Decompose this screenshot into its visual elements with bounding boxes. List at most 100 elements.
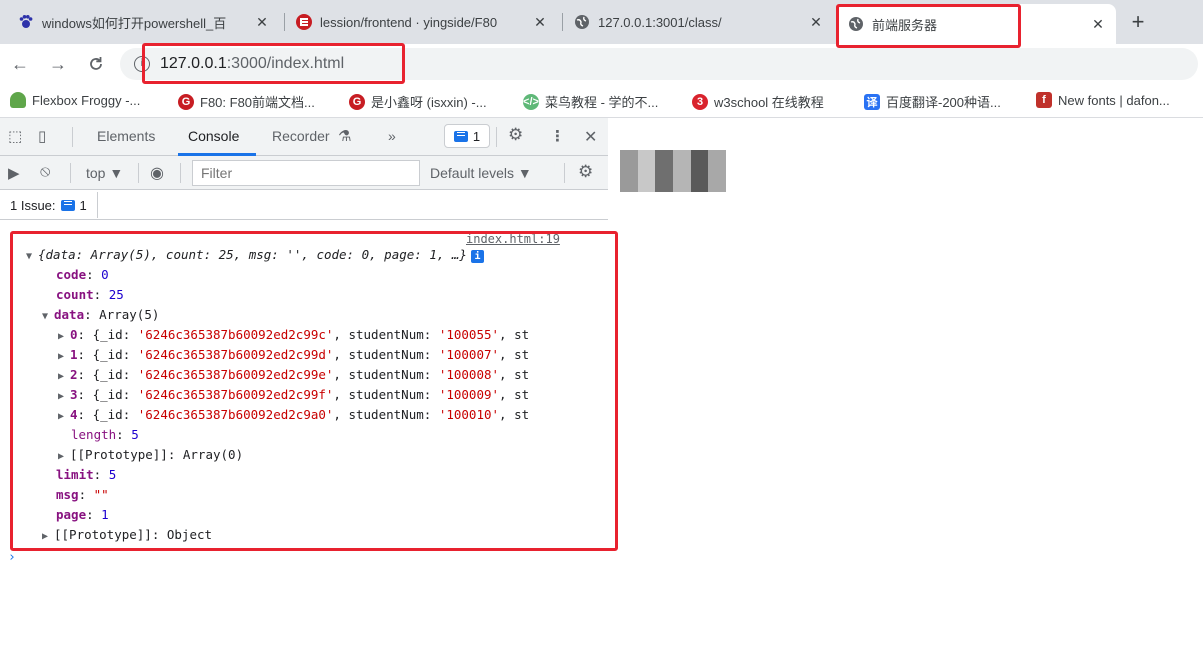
collapse-triangle-icon[interactable]: ▶ — [42, 531, 54, 542]
array-row[interactable]: ▶ 2: {_id: '6246c365387b60092ed2c99e', st… — [58, 367, 529, 382]
tab-strip: windows如何打开powershell_百 ✕ lession/fronte… — [0, 0, 1203, 44]
close-icon[interactable]: ✕ — [1090, 16, 1106, 33]
close-icon[interactable]: ✕ — [254, 14, 270, 31]
field-value: '100008' — [438, 367, 500, 382]
issues-label-count: 1 — [79, 197, 87, 213]
inspect-element-icon[interactable]: ⬚ — [8, 127, 22, 145]
array-row[interactable]: ▶ 1: {_id: '6246c365387b60092ed2c99d', st… — [58, 347, 529, 362]
collapse-triangle-icon[interactable]: ▶ — [58, 391, 70, 402]
tab-recorder[interactable]: Recorder — [272, 128, 330, 144]
open-issues-button[interactable]: 1 Issue: 1 — [0, 192, 98, 218]
field-value: '100007' — [438, 347, 500, 362]
array-index: 0 — [70, 327, 78, 342]
bookmark-label: 是小鑫呀 (isxxin) -... — [371, 95, 487, 110]
close-devtools-icon[interactable]: ✕ — [584, 127, 597, 147]
console-settings-gear-icon[interactable]: ⚙ — [578, 162, 593, 182]
field-value: '6246c365387b60092ed2c9a0' — [137, 407, 334, 422]
divider — [72, 127, 73, 147]
bookmarks-bar: Flexbox Froggy -... G F80: F80前端文档... G … — [0, 84, 1203, 118]
info-icon[interactable]: i — [134, 56, 150, 72]
tab-frontend-server[interactable]: 前端服务器 ✕ — [838, 4, 1116, 44]
property-data[interactable]: ▼ data: Array(5) — [42, 307, 159, 322]
console-prompt[interactable]: › — [8, 550, 16, 565]
device-toolbar-icon[interactable]: ▯ — [38, 127, 46, 145]
property-key: count — [56, 287, 94, 302]
divider — [496, 127, 497, 147]
globe-icon — [848, 16, 864, 32]
property-length: length: 5 — [71, 427, 139, 442]
settings-gear-icon[interactable]: ⚙ — [508, 125, 523, 145]
context-selector[interactable]: top ▼ — [86, 165, 123, 181]
new-tab-button[interactable]: + — [1125, 10, 1151, 36]
prototype-object[interactable]: ▶ [[Prototype]]: Object — [42, 527, 212, 542]
prototype-label: [[Prototype]]: Object — [54, 527, 213, 542]
expand-triangle-icon[interactable]: ▼ — [26, 251, 38, 262]
tab-gitee-lession[interactable]: lession/frontend · yingside/F80 ✕ — [286, 7, 558, 37]
bookmark-baidu-translate[interactable]: 译 百度翻译-200种语... — [864, 92, 1001, 111]
browser-toolbar: ← → i 127.0.0.1:3000/index.html — [0, 44, 1203, 84]
forward-icon[interactable]: → — [46, 52, 70, 76]
tab-title: 127.0.0.1:3001/class/ — [598, 14, 722, 30]
clear-console-icon[interactable]: ⦸ — [40, 163, 50, 181]
divider — [70, 163, 71, 183]
url-host: 127.0.0.1 — [160, 55, 227, 72]
log-levels-dropdown[interactable]: Default levels ▼ — [430, 165, 532, 181]
array-index: 2 — [70, 367, 78, 382]
issue-icon — [60, 199, 75, 211]
globe-icon — [574, 14, 590, 30]
bookmark-label: F80: F80前端文档... — [200, 95, 315, 110]
collapse-triangle-icon[interactable]: ▶ — [58, 411, 70, 422]
gitee-icon — [296, 14, 312, 30]
redacted-image — [620, 150, 727, 192]
kebab-menu-icon[interactable]: ⋮ — [550, 127, 565, 145]
array-row[interactable]: ▶ 0: {_id: '6246c365387b60092ed2c99c', st… — [58, 327, 529, 342]
prototype-array[interactable]: ▶ [[Prototype]]: Array(0) — [58, 447, 243, 462]
bookmark-isxxin[interactable]: G 是小鑫呀 (isxxin) -... — [349, 92, 487, 111]
eye-icon[interactable]: ◉ — [150, 163, 164, 183]
truncated-text: st — [514, 327, 530, 342]
gitee-icon: G — [349, 93, 365, 110]
bookmark-dafont[interactable]: f New fonts | dafon... — [1036, 92, 1170, 108]
info-icon[interactable]: i — [470, 250, 484, 263]
bookmark-w3school[interactable]: 3 w3school 在线教程 — [692, 92, 824, 111]
property-code: code: 0 — [56, 267, 109, 282]
tab-class[interactable]: 127.0.0.1:3001/class/ ✕ — [564, 7, 834, 37]
tab-powershell[interactable]: windows如何打开powershell_百 ✕ — [8, 7, 280, 37]
expand-triangle-icon[interactable]: ▼ — [42, 311, 54, 322]
log-object-summary[interactable]: ▼ {data: Array(5), count: 25, msg: '', co… — [26, 247, 484, 263]
back-icon[interactable]: ← — [8, 52, 32, 76]
collapse-triangle-icon[interactable]: ▶ — [58, 371, 70, 382]
tab-console[interactable]: Console — [188, 128, 239, 144]
field-key: _id — [100, 327, 123, 342]
field-value: '100010' — [438, 407, 500, 422]
bookmark-runoob[interactable]: </> 菜鸟教程 - 学的不... — [523, 92, 658, 111]
array-row[interactable]: ▶ 4: {_id: '6246c365387b60092ed2c9a0', st… — [58, 407, 529, 422]
url-text[interactable]: 127.0.0.1:3000/index.html — [160, 55, 344, 73]
gitee-icon: G — [178, 93, 194, 110]
bookmark-flexbox-froggy[interactable]: Flexbox Froggy -... — [10, 92, 140, 108]
bookmark-f80[interactable]: G F80: F80前端文档... — [178, 92, 315, 111]
close-icon[interactable]: ✕ — [808, 14, 824, 31]
issues-counter-button[interactable]: 1 — [444, 124, 490, 148]
close-icon[interactable]: ✕ — [532, 14, 548, 31]
address-bar[interactable]: i 127.0.0.1:3000/index.html — [120, 48, 1198, 80]
property-key: length — [71, 427, 117, 442]
array-row[interactable]: ▶ 3: {_id: '6246c365387b60092ed2c99f', st… — [58, 387, 529, 402]
collapse-triangle-icon[interactable]: ▶ — [58, 331, 70, 342]
truncated-text: st — [514, 367, 530, 382]
paw-icon — [18, 14, 34, 30]
console-output: index.html:19 ▼ {data: Array(5), count: 2… — [0, 220, 608, 663]
dafont-icon: f — [1036, 92, 1052, 108]
collapse-triangle-icon[interactable]: ▶ — [58, 451, 70, 462]
sidebar-toggle-icon[interactable]: ▶ — [8, 164, 20, 182]
filter-input[interactable] — [192, 160, 420, 186]
devtools-panel: ⬚ ▯ Elements Console Recorder ⚗ » 1 ⚙ ⋮ … — [0, 118, 608, 663]
collapse-triangle-icon[interactable]: ▶ — [58, 351, 70, 362]
property-key: msg — [56, 487, 79, 502]
source-link[interactable]: index.html:19 — [466, 232, 560, 246]
w3school-icon: 3 — [692, 93, 708, 110]
more-tabs-button[interactable]: » — [388, 128, 396, 144]
property-value: 5 — [131, 427, 139, 442]
tab-elements[interactable]: Elements — [97, 128, 155, 144]
reload-icon[interactable] — [84, 52, 108, 76]
